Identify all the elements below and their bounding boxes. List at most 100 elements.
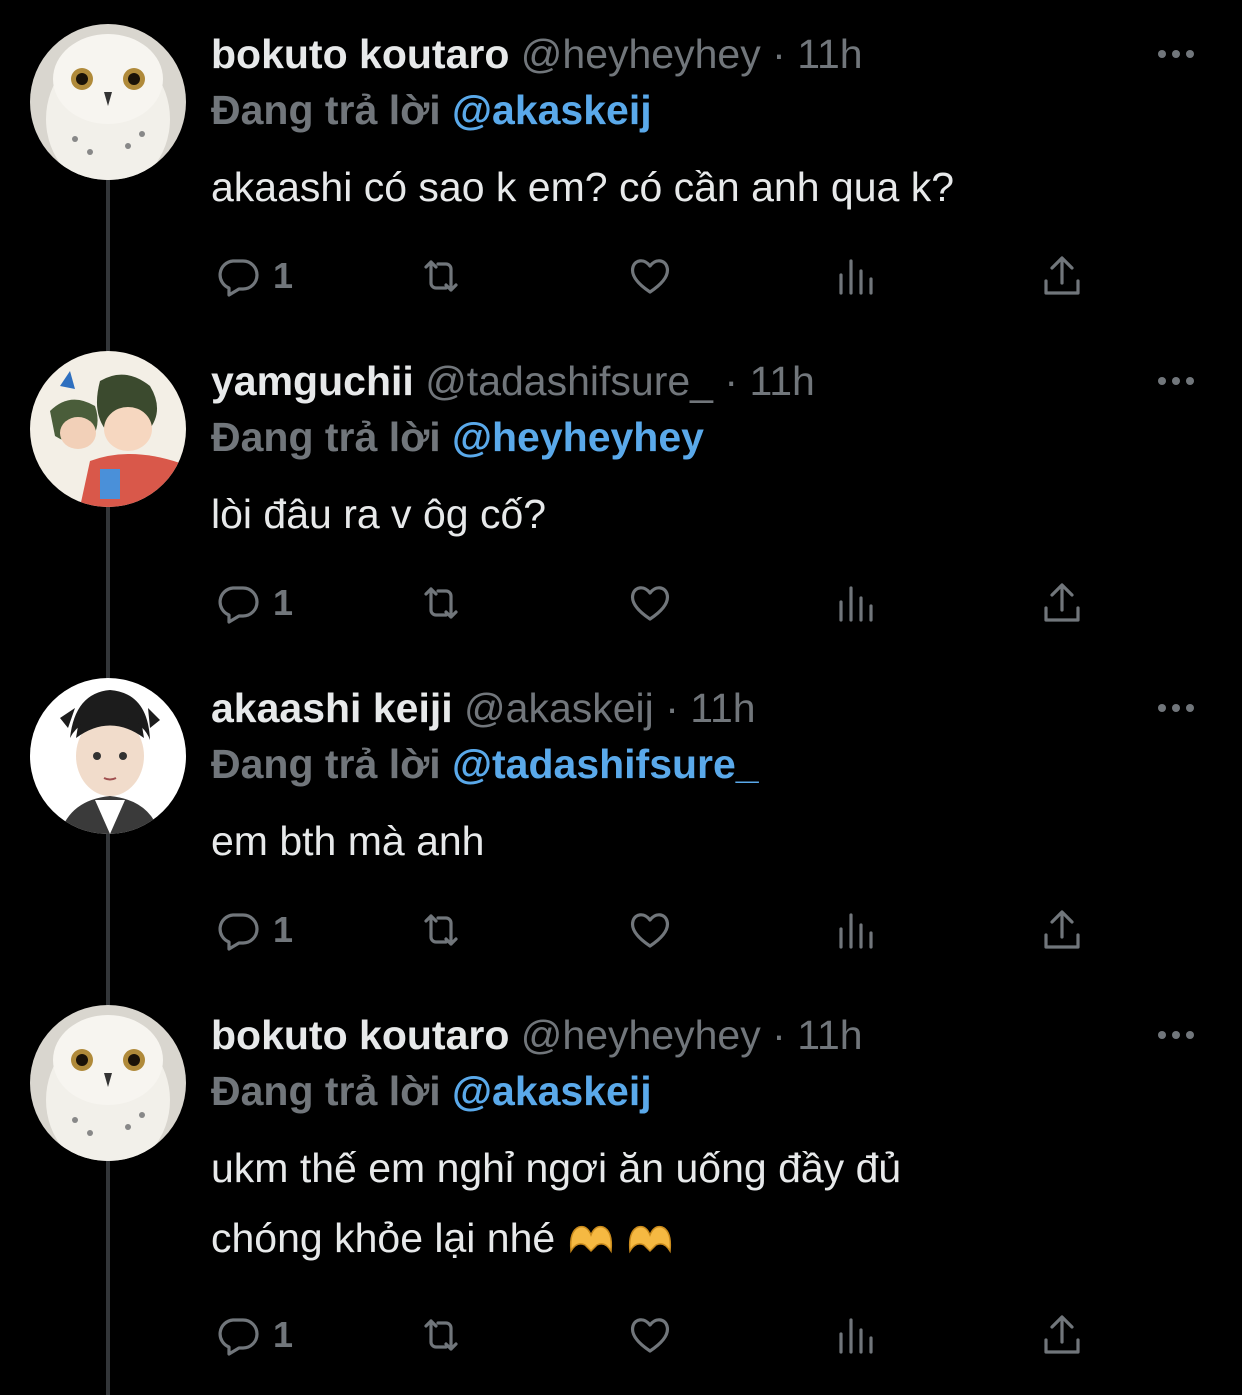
views-icon xyxy=(839,1318,873,1354)
reply-button[interactable]: 1 xyxy=(215,575,293,631)
share-icon xyxy=(1044,1315,1080,1354)
tweet-text: akaashi có sao k em? có cần anh qua k? xyxy=(211,164,955,210)
timestamp[interactable]: 11h xyxy=(797,31,862,77)
reply-icon xyxy=(218,259,259,297)
like-button[interactable] xyxy=(627,902,673,958)
user-handle[interactable]: @akaskeij xyxy=(464,685,654,731)
timestamp[interactable]: 11h xyxy=(690,685,755,731)
like-button[interactable] xyxy=(627,248,673,304)
separator-dot: · xyxy=(724,358,739,404)
reply-button[interactable]: 1 xyxy=(215,1307,293,1363)
avatar[interactable] xyxy=(30,351,186,507)
avatar[interactable] xyxy=(30,24,186,180)
separator-dot: · xyxy=(772,1012,786,1058)
timestamp[interactable]: 11h xyxy=(749,358,814,404)
tweet-text-line-2: chóng khỏe lại nhé xyxy=(211,1203,674,1276)
reply-icon xyxy=(218,913,259,951)
views-button[interactable] xyxy=(833,248,879,304)
display-name[interactable]: bokuto koutaro xyxy=(211,1012,509,1058)
reply-count: 1 xyxy=(273,255,294,296)
anime-characters-avatar-image xyxy=(30,351,186,507)
tweet-header: yamguchii @tadashifsure_ · 11h xyxy=(211,355,815,407)
timestamp[interactable]: 11h xyxy=(797,1012,862,1058)
separator-dot: · xyxy=(772,31,786,77)
tweet-header: bokuto koutaro @heyheyhey · 11h xyxy=(211,1009,863,1061)
replying-to-label: Đang trả lời xyxy=(211,1068,441,1114)
replying-to-mention[interactable]: @akaskeij xyxy=(452,87,652,133)
snowy-owl-avatar-image xyxy=(30,1005,186,1161)
replying-to-mention[interactable]: @akaskeij xyxy=(452,1068,652,1114)
user-handle[interactable]: @heyheyhey xyxy=(521,31,761,77)
more-icon[interactable] xyxy=(1158,1025,1202,1045)
retweet-icon xyxy=(424,587,458,619)
like-icon xyxy=(630,259,670,294)
reply-count: 1 xyxy=(273,909,294,950)
share-icon xyxy=(1044,583,1080,622)
replying-to: Đang trả lời @akaskeij xyxy=(211,84,652,136)
share-button[interactable] xyxy=(1039,902,1085,958)
more-icon[interactable] xyxy=(1158,698,1202,718)
replying-to-label: Đang trả lời xyxy=(211,414,441,460)
views-button[interactable] xyxy=(833,902,879,958)
replying-to-mention[interactable]: @heyheyhey xyxy=(452,414,704,460)
anime-boy-avatar-image xyxy=(30,678,186,834)
share-button[interactable] xyxy=(1039,248,1085,304)
replying-to: Đang trả lời @akaskeij xyxy=(211,1065,652,1117)
reply-button[interactable]: 1 xyxy=(215,902,293,958)
replying-to-label: Đang trả lời xyxy=(211,741,441,787)
views-button[interactable] xyxy=(833,1307,879,1363)
views-icon xyxy=(839,913,873,949)
tweet-text: lòi đâu ra v ôg cố? xyxy=(211,491,547,537)
display-name[interactable]: bokuto koutaro xyxy=(211,31,509,77)
retweet-icon xyxy=(424,260,458,292)
retweet-icon xyxy=(424,914,458,946)
like-button[interactable] xyxy=(627,1307,673,1363)
retweet-button[interactable] xyxy=(418,248,464,304)
tweet-text: em bth mà anh xyxy=(211,818,485,864)
retweet-button[interactable] xyxy=(418,575,464,631)
separator-dot: · xyxy=(665,685,679,731)
tweet-header: bokuto koutaro @heyheyhey · 11h xyxy=(211,28,863,80)
retweet-icon xyxy=(424,1319,458,1351)
retweet-button[interactable] xyxy=(418,902,464,958)
retweet-button[interactable] xyxy=(418,1307,464,1363)
snowy-owl-avatar-image xyxy=(30,24,186,180)
avatar[interactable] xyxy=(30,1005,186,1161)
share-button[interactable] xyxy=(1039,575,1085,631)
share-icon xyxy=(1044,256,1080,295)
display-name[interactable]: akaashi keiji xyxy=(211,685,453,731)
views-icon xyxy=(839,259,873,295)
more-icon[interactable] xyxy=(1158,44,1202,64)
heart-hands-emoji xyxy=(567,1206,615,1276)
views-button[interactable] xyxy=(833,575,879,631)
like-button[interactable] xyxy=(627,575,673,631)
views-icon xyxy=(839,586,873,622)
tweet-text-line-1: ukm thế em nghỉ ngơi ăn uống đầy đủ xyxy=(211,1145,902,1191)
reply-button[interactable]: 1 xyxy=(215,248,293,304)
user-handle[interactable]: @tadashifsure_ xyxy=(425,358,713,404)
like-icon xyxy=(630,913,670,948)
reply-icon xyxy=(218,586,259,624)
tweet-header: akaashi keiji @akaskeij · 11h xyxy=(211,682,756,734)
reply-count: 1 xyxy=(273,1314,294,1355)
like-icon xyxy=(630,1318,670,1353)
reply-count: 1 xyxy=(273,582,294,623)
tweet-actions: 1 xyxy=(211,902,1091,958)
tweet-actions: 1 xyxy=(211,575,1091,631)
share-button[interactable] xyxy=(1039,1307,1085,1363)
display-name[interactable]: yamguchii xyxy=(211,358,414,404)
replying-to-mention[interactable]: @tadashifsure_ xyxy=(452,741,759,787)
more-icon[interactable] xyxy=(1158,371,1202,391)
replying-to-label: Đang trả lời xyxy=(211,87,441,133)
tweet-actions: 1 xyxy=(211,1307,1091,1363)
replying-to: Đang trả lời @tadashifsure_ xyxy=(211,738,759,790)
tweet-actions: 1 xyxy=(211,248,1091,304)
user-handle[interactable]: @heyheyhey xyxy=(521,1012,761,1058)
avatar[interactable] xyxy=(30,678,186,834)
tweet-text-line-2-text: chóng khỏe lại nhé xyxy=(211,1215,556,1261)
heart-hands-emoji xyxy=(626,1206,674,1276)
replying-to: Đang trả lời @heyheyhey xyxy=(211,411,704,463)
reply-icon xyxy=(218,1318,259,1356)
share-icon xyxy=(1044,910,1080,949)
like-icon xyxy=(630,586,670,621)
